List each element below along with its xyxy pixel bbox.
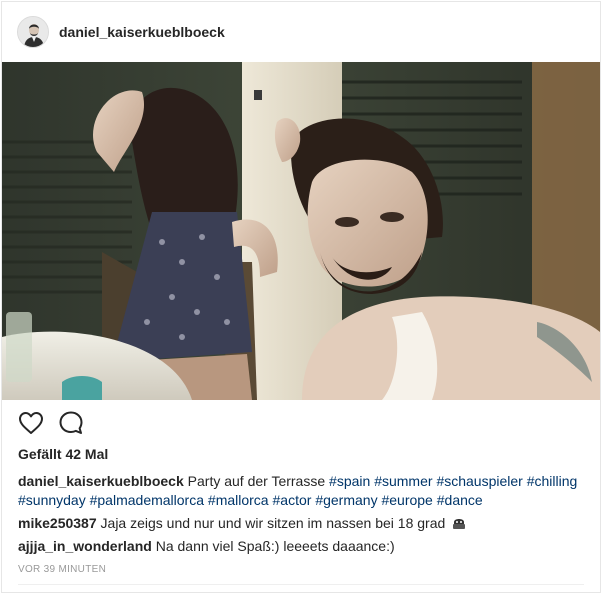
sad-face-emoji-icon — [453, 519, 466, 529]
hashtag[interactable]: #summer — [374, 473, 432, 489]
hashtag[interactable]: #sunnyday — [18, 492, 86, 508]
hashtag[interactable]: #palmademallorca — [90, 492, 204, 508]
hashtag[interactable]: #schauspieler — [436, 473, 522, 489]
comment-text: Na dann viel Spaß:) leeeets daaance:) — [155, 538, 395, 554]
post-card: daniel_kaiserkueblboeck Gefällt 42 Mal d… — [1, 1, 601, 593]
avatar[interactable] — [17, 16, 49, 48]
hashtag[interactable]: #spain — [329, 473, 370, 489]
post-timestamp[interactable]: VOR 39 MINUTEN — [18, 564, 106, 575]
hashtag[interactable]: #europe — [381, 492, 432, 508]
comment-text: Jaja zeigs und nur und wir sitzen im nas… — [100, 515, 446, 531]
comment-username[interactable]: ajjja_in_wonderland — [18, 538, 152, 554]
comment: mike250387 Jaja zeigs und nur und wir si… — [18, 514, 584, 533]
comment-bubble-icon[interactable] — [58, 410, 84, 436]
comments-section: daniel_kaiserkueblboeck Party auf der Te… — [18, 472, 584, 560]
comment: ajjja_in_wonderland Na dann viel Spaß:) … — [18, 537, 584, 556]
likes-count[interactable]: Gefällt 42 Mal — [18, 446, 108, 462]
action-bar — [18, 408, 84, 438]
hashtag[interactable]: #actor — [273, 492, 312, 508]
header-username[interactable]: daniel_kaiserkueblboeck — [59, 24, 225, 40]
comment-username[interactable]: mike250387 — [18, 515, 97, 531]
divider — [18, 584, 584, 585]
caption: daniel_kaiserkueblboeck Party auf der Te… — [18, 472, 584, 510]
hashtag[interactable]: #chilling — [527, 473, 578, 489]
hashtag[interactable]: #dance — [437, 492, 483, 508]
heart-icon[interactable] — [18, 410, 44, 436]
hashtag[interactable]: #germany — [315, 492, 377, 508]
caption-text: Party auf der Terrasse — [187, 473, 326, 489]
post-photo[interactable] — [2, 62, 600, 400]
hashtag[interactable]: #mallorca — [208, 492, 269, 508]
caption-username[interactable]: daniel_kaiserkueblboeck — [18, 473, 184, 489]
post-header: daniel_kaiserkueblboeck — [2, 2, 600, 62]
